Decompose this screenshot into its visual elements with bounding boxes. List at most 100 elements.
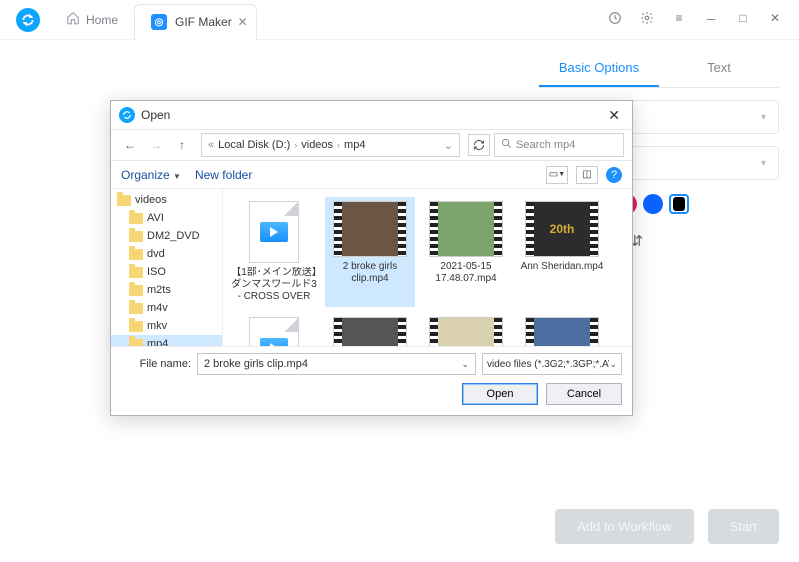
search-placeholder: Search mp4 — [516, 139, 575, 151]
start-button[interactable]: Start — [708, 509, 779, 544]
tab-home[interactable]: Home — [50, 0, 134, 40]
tab-gif-label: GIF Maker — [175, 15, 232, 29]
search-icon — [501, 138, 512, 152]
tree-item[interactable]: mkv — [111, 317, 222, 335]
breadcrumb[interactable]: « Local Disk (D:) › videos › mp4 ⌄ — [201, 133, 460, 157]
organize-menu[interactable]: Organize ▼ — [121, 168, 181, 182]
file-item[interactable]: 2 broke girls clip.mp4 — [325, 197, 415, 307]
maximize-icon[interactable]: □ — [735, 11, 751, 28]
tree-item[interactable]: dvd — [111, 245, 222, 263]
tree-item[interactable]: AVI — [111, 209, 222, 227]
video-thumb — [333, 317, 407, 346]
refresh-icon[interactable] — [468, 134, 490, 156]
chevron-left-icon: « — [208, 139, 214, 151]
file-item[interactable] — [517, 313, 607, 346]
dialog-titlebar: Open ✕ — [111, 101, 632, 129]
tab-basic-options[interactable]: Basic Options — [539, 50, 659, 87]
dialog-close-icon[interactable]: ✕ — [604, 107, 624, 124]
tab-text[interactable]: Text — [659, 50, 779, 87]
bottom-buttons: Add to Workflow Start — [555, 509, 779, 544]
file-doc-icon — [249, 201, 299, 263]
open-button[interactable]: Open — [462, 383, 538, 405]
tree-item[interactable]: mp4 — [111, 335, 222, 346]
tree-item[interactable]: ISO — [111, 263, 222, 281]
tree-item-label: dvd — [147, 248, 165, 260]
tree-item-label: m4v — [147, 302, 168, 314]
dialog-body: videos AVI DM2_DVDdvd ISOm2ts m4v mkv mp4 【1部･… — [111, 189, 632, 346]
menu-icon[interactable]: ≡ — [671, 11, 687, 28]
file-item[interactable] — [229, 313, 319, 346]
folder-icon — [129, 285, 143, 296]
tree-item-label: DM2_DVD — [147, 230, 200, 242]
folder-icon — [117, 195, 131, 206]
file-label: Ann Sheridan.mp4 — [521, 261, 604, 273]
file-item[interactable] — [325, 313, 415, 346]
dialog-title: Open — [141, 108, 170, 122]
folder-icon — [129, 339, 143, 347]
nav-up-icon[interactable]: ↑ — [171, 134, 193, 156]
dialog-nav: ← → ↑ « Local Disk (D:) › videos › mp4 ⌄… — [111, 129, 632, 161]
folder-icon — [129, 303, 143, 314]
color-swatch[interactable] — [669, 194, 689, 214]
nav-back-icon[interactable]: ← — [119, 134, 141, 156]
file-label: 2 broke girls clip.mp4 — [327, 261, 413, 285]
tree-item[interactable]: m4v — [111, 299, 222, 317]
filename-label: File name: — [121, 358, 191, 370]
crumb-0[interactable]: Local Disk (D:) — [218, 139, 290, 151]
file-label: 【1部･メイン放送】ダンマスワールド3 - CROSS OVER and ASS… — [231, 267, 317, 303]
folder-icon — [129, 213, 143, 224]
chevron-down-icon[interactable]: ⌄ — [461, 359, 469, 370]
folder-tree: videos AVI DM2_DVDdvd ISOm2ts m4v mkv mp4 — [111, 189, 223, 346]
close-icon[interactable]: ✕ — [767, 11, 783, 28]
video-thumb: 20th — [525, 201, 599, 257]
file-filter-select[interactable]: video files (*.3G2;*.3GP;*.AVI;*.D ⌄ — [482, 353, 622, 375]
dialog-app-icon — [119, 107, 135, 123]
tab-home-label: Home — [86, 13, 118, 27]
file-item[interactable]: 20th Ann Sheridan.mp4 — [517, 197, 607, 307]
video-thumb — [333, 201, 407, 257]
tree-item-label: AVI — [147, 212, 164, 224]
file-item[interactable]: 2021-05-15 17.48.07.mp4 — [421, 197, 511, 307]
file-doc-icon — [249, 317, 299, 346]
chevron-down-icon[interactable]: ⌄ — [444, 139, 453, 152]
tab-gif-maker[interactable]: ◎ GIF Maker ✕ — [134, 4, 257, 40]
minimize-icon[interactable]: － — [703, 11, 719, 28]
chevron-down-icon: ⌄ — [609, 359, 617, 370]
gif-icon: ◎ — [151, 14, 167, 30]
search-input[interactable]: Search mp4 — [494, 133, 624, 157]
dialog-toolbar: Organize ▼ New folder ▭ ▼ ◫ ? — [111, 161, 632, 189]
filename-input[interactable]: 2 broke girls clip.mp4 ⌄ — [197, 353, 476, 375]
close-tab-icon[interactable]: ✕ — [238, 15, 248, 29]
chevron-right-icon: › — [294, 140, 297, 150]
folder-icon — [129, 249, 143, 260]
file-item[interactable] — [421, 313, 511, 346]
tree-item[interactable]: DM2_DVD — [111, 227, 222, 245]
color-swatch[interactable] — [643, 194, 663, 214]
video-thumb — [525, 317, 599, 346]
preview-pane-button[interactable]: ◫ — [576, 166, 598, 184]
help-icon[interactable]: ? — [606, 167, 622, 183]
tree-item-label: mkv — [147, 320, 167, 332]
file-item[interactable]: 【1部･メイン放送】ダンマスワールド3 - CROSS OVER and ASS… — [229, 197, 319, 307]
app-logo — [16, 8, 40, 32]
home-icon — [66, 11, 80, 28]
folder-icon — [129, 321, 143, 332]
history-icon[interactable] — [607, 11, 623, 28]
window-controls: ≡ － □ ✕ — [607, 11, 793, 28]
chevron-down-icon: ▾ — [761, 158, 766, 169]
app-bar: Home ◎ GIF Maker ✕ ≡ － □ ✕ — [0, 0, 799, 40]
filter-label: video files (*.3G2;*.3GP;*.AVI;*.D — [487, 359, 609, 370]
tree-item[interactable]: videos — [111, 191, 222, 209]
crumb-2[interactable]: mp4 — [344, 139, 365, 151]
tree-item[interactable]: m2ts — [111, 281, 222, 299]
dialog-footer: File name: 2 broke girls clip.mp4 ⌄ vide… — [111, 346, 632, 415]
new-folder-button[interactable]: New folder — [195, 168, 252, 182]
cancel-button[interactable]: Cancel — [546, 383, 622, 405]
crumb-1[interactable]: videos — [301, 139, 333, 151]
gear-icon[interactable] — [639, 11, 655, 28]
add-to-workflow-button[interactable]: Add to Workflow — [555, 509, 693, 544]
chevron-right-icon: › — [337, 140, 340, 150]
nav-forward-icon: → — [145, 134, 167, 156]
view-mode-button[interactable]: ▭ ▼ — [546, 166, 568, 184]
video-thumb — [429, 317, 503, 346]
